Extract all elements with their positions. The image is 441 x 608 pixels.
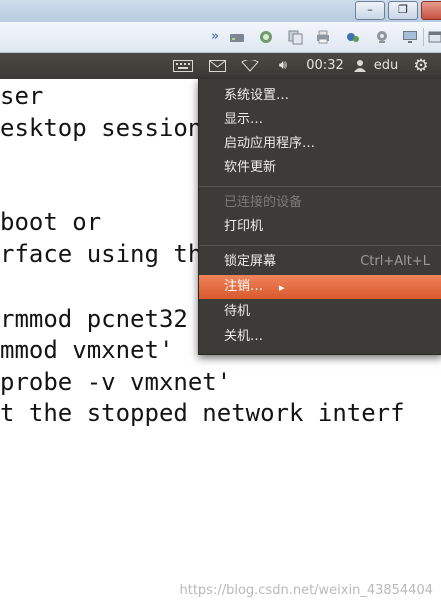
wifi-icon[interactable]: [239, 53, 261, 79]
menu-item-suspend[interactable]: 待机: [199, 300, 441, 324]
menu-item-label: 显示…: [224, 112, 264, 127]
host-toolbar: »: [0, 22, 441, 53]
menu-item-label: 系统设置…: [224, 88, 290, 103]
terminal-line: mmod vmxnet': [0, 336, 174, 364]
printer-icon[interactable]: [315, 29, 331, 45]
menu-item-label: 已连接的设备: [224, 195, 303, 210]
menu-item-label: 注销…: [224, 279, 264, 294]
mouse-cursor-icon: ▸: [279, 281, 285, 294]
host-window-titlebar: – ❐: [0, 0, 441, 22]
menu-item-lock-screen[interactable]: 锁定屏幕 Ctrl+Alt+L: [199, 250, 441, 274]
user-icon[interactable]: [352, 53, 368, 79]
drive-icon[interactable]: [229, 29, 245, 45]
menu-item-label: 软件更新: [224, 160, 277, 175]
menu-item-label: 打印机: [224, 219, 264, 234]
chevron-double-right-icon[interactable]: »: [207, 29, 223, 45]
menu-item-shut-down[interactable]: 关机…: [199, 325, 441, 349]
usb-icon[interactable]: [345, 29, 361, 45]
camera-icon[interactable]: [374, 29, 390, 45]
menu-separator: [199, 186, 441, 187]
ubuntu-top-panel: 🔊︎ 00:32 edu ⚙: [0, 53, 441, 79]
terminal-line: probe -v vmxnet': [0, 368, 232, 396]
panel-user-name[interactable]: edu: [370, 53, 402, 79]
terminal-line: esktop session: [0, 114, 203, 142]
menu-item-startup-applications[interactable]: 启动应用程序…: [199, 132, 441, 156]
keyboard-icon[interactable]: [170, 53, 196, 79]
terminal-line: ser: [0, 82, 44, 110]
menu-item-log-out[interactable]: 注销…: [199, 275, 441, 299]
toolbar-separator: [423, 28, 424, 46]
menu-item-printers[interactable]: 打印机: [199, 215, 441, 239]
menu-item-label: 启动应用程序…: [224, 136, 316, 151]
copy-icon[interactable]: [287, 29, 303, 45]
terminal-line: rmmod pcnet32: [0, 305, 188, 333]
system-menu: 系统设置… 显示… 启动应用程序… 软件更新 已连接的设备 打印机 锁定屏幕 C…: [198, 79, 441, 355]
volume-icon[interactable]: 🔊︎: [271, 53, 295, 79]
network-icon[interactable]: [258, 29, 274, 45]
panel-clock[interactable]: 00:32: [300, 53, 350, 79]
menu-item-displays[interactable]: 显示…: [199, 108, 441, 132]
menu-item-label: 待机: [224, 304, 251, 319]
mail-icon[interactable]: [206, 53, 228, 79]
menu-item-software-updates[interactable]: 软件更新: [199, 156, 441, 180]
monitor-icon[interactable]: [402, 29, 418, 45]
minimize-button[interactable]: –: [355, 1, 385, 20]
terminal-line: boot or: [0, 208, 102, 236]
menu-item-attached-devices: 已连接的设备: [199, 191, 441, 215]
terminal-line: t the stopped network interf: [0, 399, 405, 427]
window-icon[interactable]: [428, 29, 441, 45]
restore-button[interactable]: ❐: [388, 1, 418, 20]
gear-icon[interactable]: ⚙: [408, 53, 434, 79]
close-button[interactable]: [421, 1, 441, 20]
menu-item-shortcut: Ctrl+Alt+L: [360, 254, 430, 269]
menu-item-label: 关机…: [224, 329, 264, 344]
menu-item-label: 锁定屏幕: [224, 254, 277, 269]
watermark: https://blog.csdn.net/weixin_43854404: [179, 583, 433, 598]
terminal-line: rface using th: [0, 240, 203, 268]
menu-item-system-settings[interactable]: 系统设置…: [199, 84, 441, 108]
menu-separator: [199, 245, 441, 246]
